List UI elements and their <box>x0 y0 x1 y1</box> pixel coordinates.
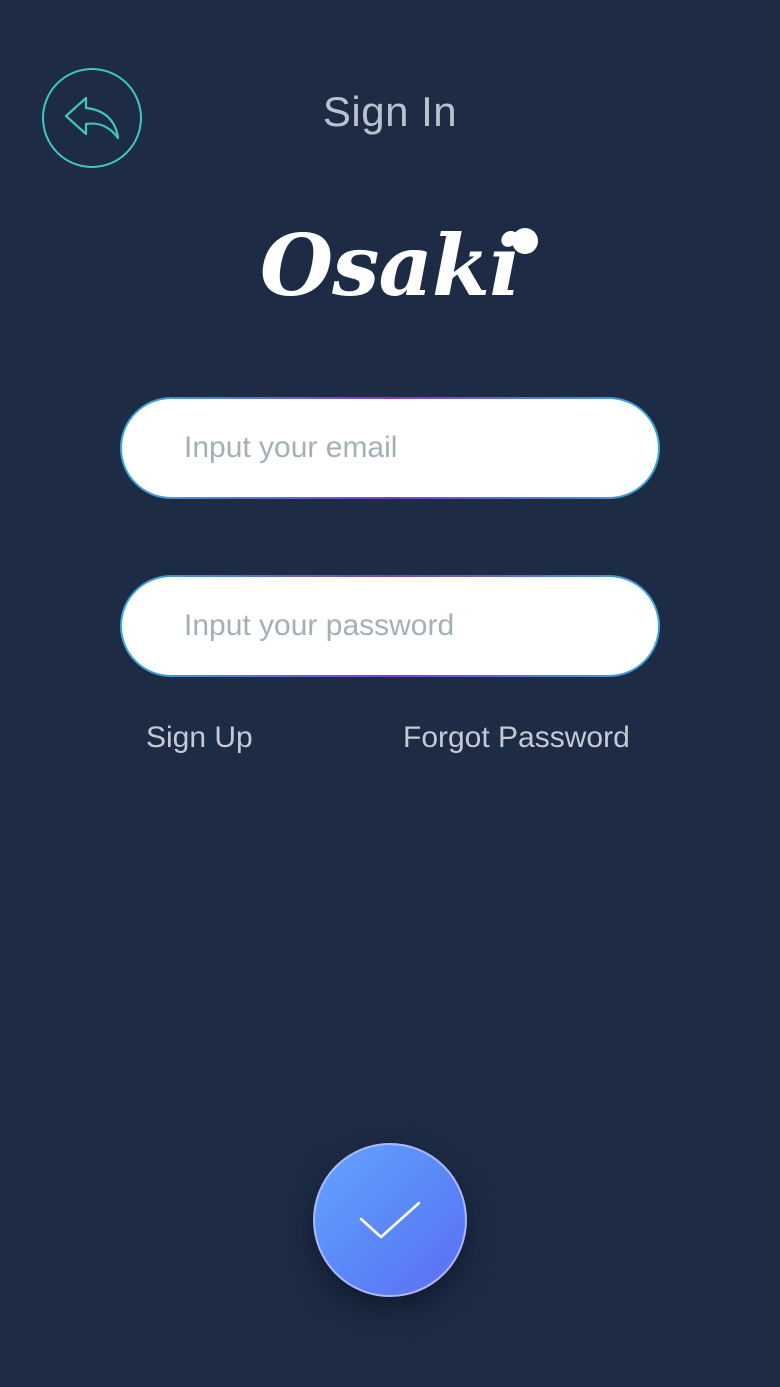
forgot-password-link[interactable]: Forgot Password <box>403 718 630 758</box>
sign-up-link[interactable]: Sign Up <box>146 718 253 758</box>
logo-text: Osaki <box>259 216 521 315</box>
logo-wordmark: Osaki <box>259 216 538 316</box>
page-title: Sign In <box>322 88 458 135</box>
password-input[interactable] <box>122 577 658 675</box>
password-field[interactable] <box>120 575 660 677</box>
email-input[interactable] <box>122 399 658 497</box>
submit-button[interactable] <box>313 1143 467 1297</box>
checkmark-icon <box>359 1201 421 1239</box>
brand-logo: Osaki <box>0 216 780 316</box>
email-field[interactable] <box>120 397 660 499</box>
logo-dot <box>512 228 538 254</box>
